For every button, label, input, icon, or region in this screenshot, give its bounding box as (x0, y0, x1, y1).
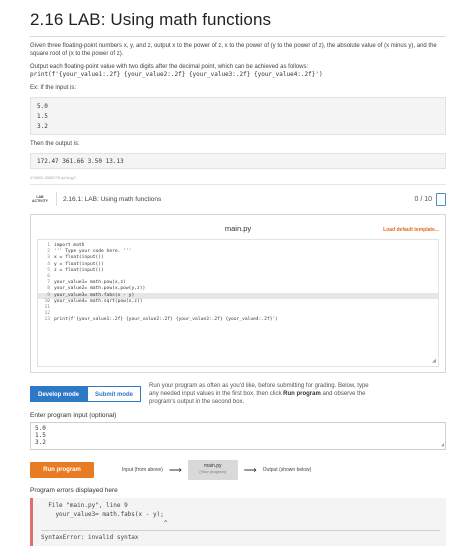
input-from-label: Input (from above) (122, 467, 163, 473)
program-input-field[interactable]: 5.0 1.5 3.2 ◢ (30, 422, 446, 450)
lab-page: 2.16 LAB: Using math functions Given thr… (0, 0, 474, 559)
develop-mode-button[interactable]: Develop mode (30, 386, 88, 402)
run-row: Run program Input (from above) ⟶ main.py… (30, 458, 446, 482)
load-default-template-link[interactable]: Load default template... (383, 227, 439, 233)
error-line: File "main.py", line 9 (41, 502, 128, 509)
errors-label: Program errors displayed here (30, 487, 118, 494)
code-editor[interactable]: 1 import math 2 ''' Type your code here. ''… (37, 239, 439, 367)
program-input-line: 5.0 (35, 425, 46, 432)
badge-line: ACTIVITY (32, 199, 48, 203)
program-input-line: 1.5 (35, 432, 46, 439)
program-input-label: Enter program input (optional) (30, 412, 117, 419)
output-to-label: Output (shown below) (262, 467, 312, 473)
error-line: your_value3= math.fabs(x - y); (41, 511, 164, 518)
example-intro: Ex: If the input is: (30, 85, 77, 91)
editor-panel: main.py Load default template... 1 import… (30, 214, 446, 373)
lab-activity: LAB ACTIVITY 2.16.1: LAB: Using math fun… (30, 184, 446, 373)
lab-activity-badge: LAB ACTIVITY (30, 195, 50, 203)
error-line: ^ (41, 520, 168, 527)
format-code: print(f'{your_value1:.2f} {your_value2:.… (30, 71, 323, 78)
errors-box: File "main.py", line 9 your_value3= math… (30, 498, 446, 546)
error-message: SyntaxError: invalid syntax (41, 534, 139, 541)
mode-description: Run your program as often as you'd like,… (149, 382, 379, 406)
program-box-subtitle: (Your program) (199, 469, 227, 474)
submit-mode-button[interactable]: Submit mode (87, 386, 142, 402)
mode-desc-bold: Run program (283, 391, 321, 397)
instructions-paragraph-1: Given three floating-point numbers x, y,… (30, 43, 437, 57)
lab-score: 0 / 10 (414, 195, 432, 203)
score-indicator (436, 192, 446, 206)
lab-header: LAB ACTIVITY 2.16.1: LAB: Using math fun… (30, 189, 446, 209)
error-divider (41, 530, 440, 531)
example-input-box: 5.0 1.5 3.2 (30, 97, 446, 135)
arrow-right-icon: ⟶ (168, 464, 182, 475)
lab-name: 2.16.1: LAB: Using math functions (63, 195, 162, 203)
program-box: main.py (Your program) (187, 460, 238, 480)
resize-handle-icon[interactable]: ◢ (432, 358, 436, 364)
example-input-line: 1.5 (37, 113, 48, 120)
output-intro: Then the output is: (30, 141, 80, 147)
title-divider (30, 36, 446, 37)
example-output-box: 172.47 361.66 3.50 13.13 (30, 153, 446, 169)
code-text[interactable]: z = float(input()) (54, 268, 104, 274)
editor-toolbar: main.py Load default template... (31, 215, 445, 239)
code-text[interactable]: print(f'{your_value1:.2f} {your_value2:.… (54, 317, 278, 323)
mode-toggle: Develop mode Submit mode (30, 386, 142, 402)
line-number: 13 (44, 317, 50, 323)
example-input-line: 3.2 (37, 123, 48, 130)
run-program-button[interactable]: Run program (30, 462, 94, 478)
arrow-right-icon: ⟶ (243, 464, 257, 475)
example-output-line: 172.47 361.66 3.50 13.13 (37, 158, 124, 165)
feedback-tag[interactable]: 476802.3085276.qx3zqy7 (30, 175, 446, 180)
resize-handle-icon[interactable]: ◢ (441, 442, 444, 449)
mode-row: Develop mode Submit mode Run your progra… (30, 382, 446, 406)
program-input-line: 3.2 (35, 439, 46, 446)
header-separator (56, 192, 57, 206)
code-lines[interactable]: 1 import math 2 ''' Type your code here. ''… (38, 240, 438, 324)
code-line[interactable]: 13 print(f'{your_value1:.2f} {your_value2… (38, 317, 438, 323)
page-title: 2.16 LAB: Using math functions (30, 10, 272, 29)
instructions-paragraph-2: Output each floating-point value with tw… (30, 64, 309, 70)
code-text[interactable]: your_value4= math.sqrt(pow(x,z)) (54, 299, 143, 305)
example-input-line: 5.0 (37, 103, 48, 110)
